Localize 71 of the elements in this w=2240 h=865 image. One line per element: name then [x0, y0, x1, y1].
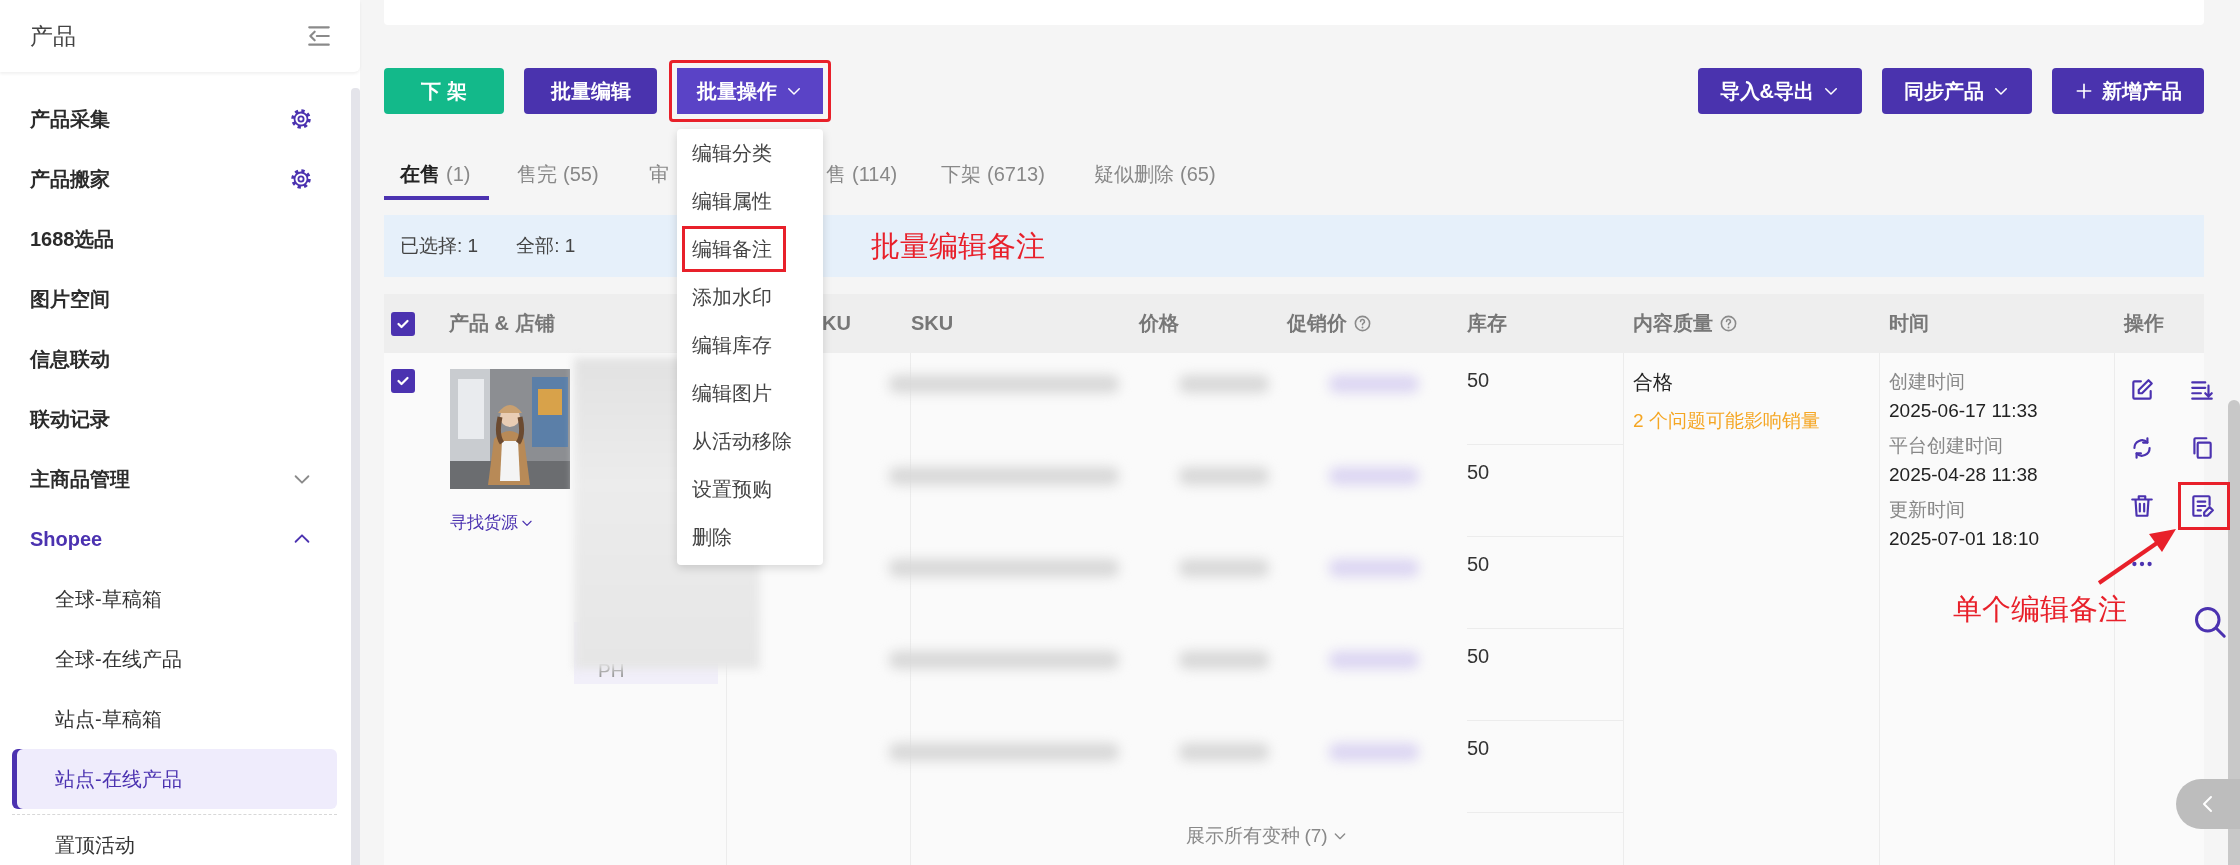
menu-item[interactable]: 编辑分类	[677, 129, 823, 177]
region-text: PH	[598, 660, 625, 682]
show-variants-link[interactable]: 展示所有变种 (7)	[911, 813, 1623, 849]
menu-item[interactable]: 编辑图片	[677, 369, 823, 417]
edit-icon[interactable]	[2129, 377, 2155, 403]
sidebar-item[interactable]: 信息联动	[0, 329, 351, 389]
scrollbar[interactable]	[351, 88, 360, 865]
column-header: SKU	[911, 312, 954, 335]
collapse-menu-icon[interactable]	[306, 23, 332, 49]
column-header: 内容质量	[1633, 311, 1713, 336]
menu-item[interactable]: 添加水印	[677, 273, 823, 321]
sidebar-title: 产品	[30, 21, 76, 51]
column-header: 时间	[1889, 311, 1929, 336]
sidebar-subitem[interactable]: 站点-在线产品	[12, 749, 337, 809]
sidebar-item[interactable]: 1688选品	[0, 209, 351, 269]
stock-value: 50	[1467, 553, 1490, 575]
find-source-link[interactable]: 寻找货源	[450, 511, 534, 534]
time-label: 更新时间	[1889, 498, 1966, 522]
column-header: 操作	[2124, 311, 2164, 336]
column-header: 促销价	[1287, 311, 1347, 336]
menu-item[interactable]: 编辑库存	[677, 321, 823, 369]
sidebar-subitem[interactable]: 全球-草稿箱	[12, 569, 337, 629]
column-header: 产品 & 店铺	[449, 311, 555, 336]
sidebar-item[interactable]: 产品采集	[0, 89, 351, 149]
sidebar-subitem[interactable]: 全球-在线产品	[12, 629, 337, 689]
column-header: 库存	[1467, 311, 1507, 336]
menu-item[interactable]: 设置预购	[677, 465, 823, 513]
dropdown-button[interactable]: 同步产品	[1882, 68, 2032, 114]
stock-value: 50	[1467, 645, 1490, 667]
total-count: 全部: 1	[516, 234, 576, 258]
select-all-checkbox[interactable]	[391, 311, 415, 336]
sidebar-item[interactable]: 产品搬家	[0, 149, 351, 209]
row-checkbox[interactable]	[391, 369, 415, 393]
action-button[interactable]: 批量编辑	[524, 68, 657, 114]
time-value: 2025-07-01 18:10	[1889, 528, 2040, 551]
time-value: 2025-04-28 11:38	[1889, 464, 2039, 487]
selected-count: 已选择: 1	[400, 234, 479, 258]
stock-value: 50	[1467, 461, 1490, 483]
sidebar-item[interactable]: 图片空间	[0, 269, 351, 329]
sidebar-item[interactable]: Shopee	[0, 509, 351, 569]
time-label: 平台创建时间	[1889, 434, 2004, 458]
menu-item[interactable]: 编辑备注	[681, 225, 787, 273]
menu-item[interactable]: 从活动移除	[677, 417, 823, 465]
help-icon[interactable]	[1353, 314, 1372, 333]
sidebar-item[interactable]: 联动记录	[0, 389, 351, 449]
quality-status: 合格	[1633, 370, 1674, 395]
stock-value: 50	[1467, 737, 1490, 759]
quality-warning: 2 个问题可能影响销量	[1633, 409, 1821, 433]
add-button[interactable]: 新增产品	[2052, 68, 2204, 114]
trash-icon[interactable]	[2129, 493, 2155, 519]
search-icon[interactable]	[2192, 604, 2228, 640]
menu-item[interactable]: 编辑属性	[677, 177, 823, 225]
tab[interactable]: 在售 (1)	[384, 152, 489, 200]
gear-icon[interactable]	[289, 107, 313, 131]
time-value: 2025-06-17 11:33	[1889, 400, 2039, 423]
column-header: 价格	[1139, 311, 1179, 336]
dropdown-button[interactable]: 导入&导出	[1697, 68, 1862, 114]
column-header: KU	[822, 312, 851, 335]
time-label: 创建时间	[1889, 370, 1966, 394]
sidebar-item[interactable]: 主商品管理	[0, 449, 351, 509]
sidebar-subitem[interactable]: 置顶活动	[12, 815, 337, 865]
help-icon[interactable]	[1719, 314, 1738, 333]
note-edit-icon[interactable]	[2189, 493, 2215, 519]
sidebar-subitem[interactable]: 站点-草稿箱	[12, 689, 337, 749]
annotation-text: 批量编辑备注	[871, 229, 1045, 264]
annotation-text: 单个编辑备注	[1953, 592, 2127, 627]
plus-icon	[2074, 81, 2094, 101]
stock-value: 50	[1467, 369, 1490, 391]
gear-icon[interactable]	[289, 167, 313, 191]
menu-item[interactable]: 删除	[677, 513, 823, 561]
dropdown-button[interactable]: 批量操作	[669, 60, 831, 122]
